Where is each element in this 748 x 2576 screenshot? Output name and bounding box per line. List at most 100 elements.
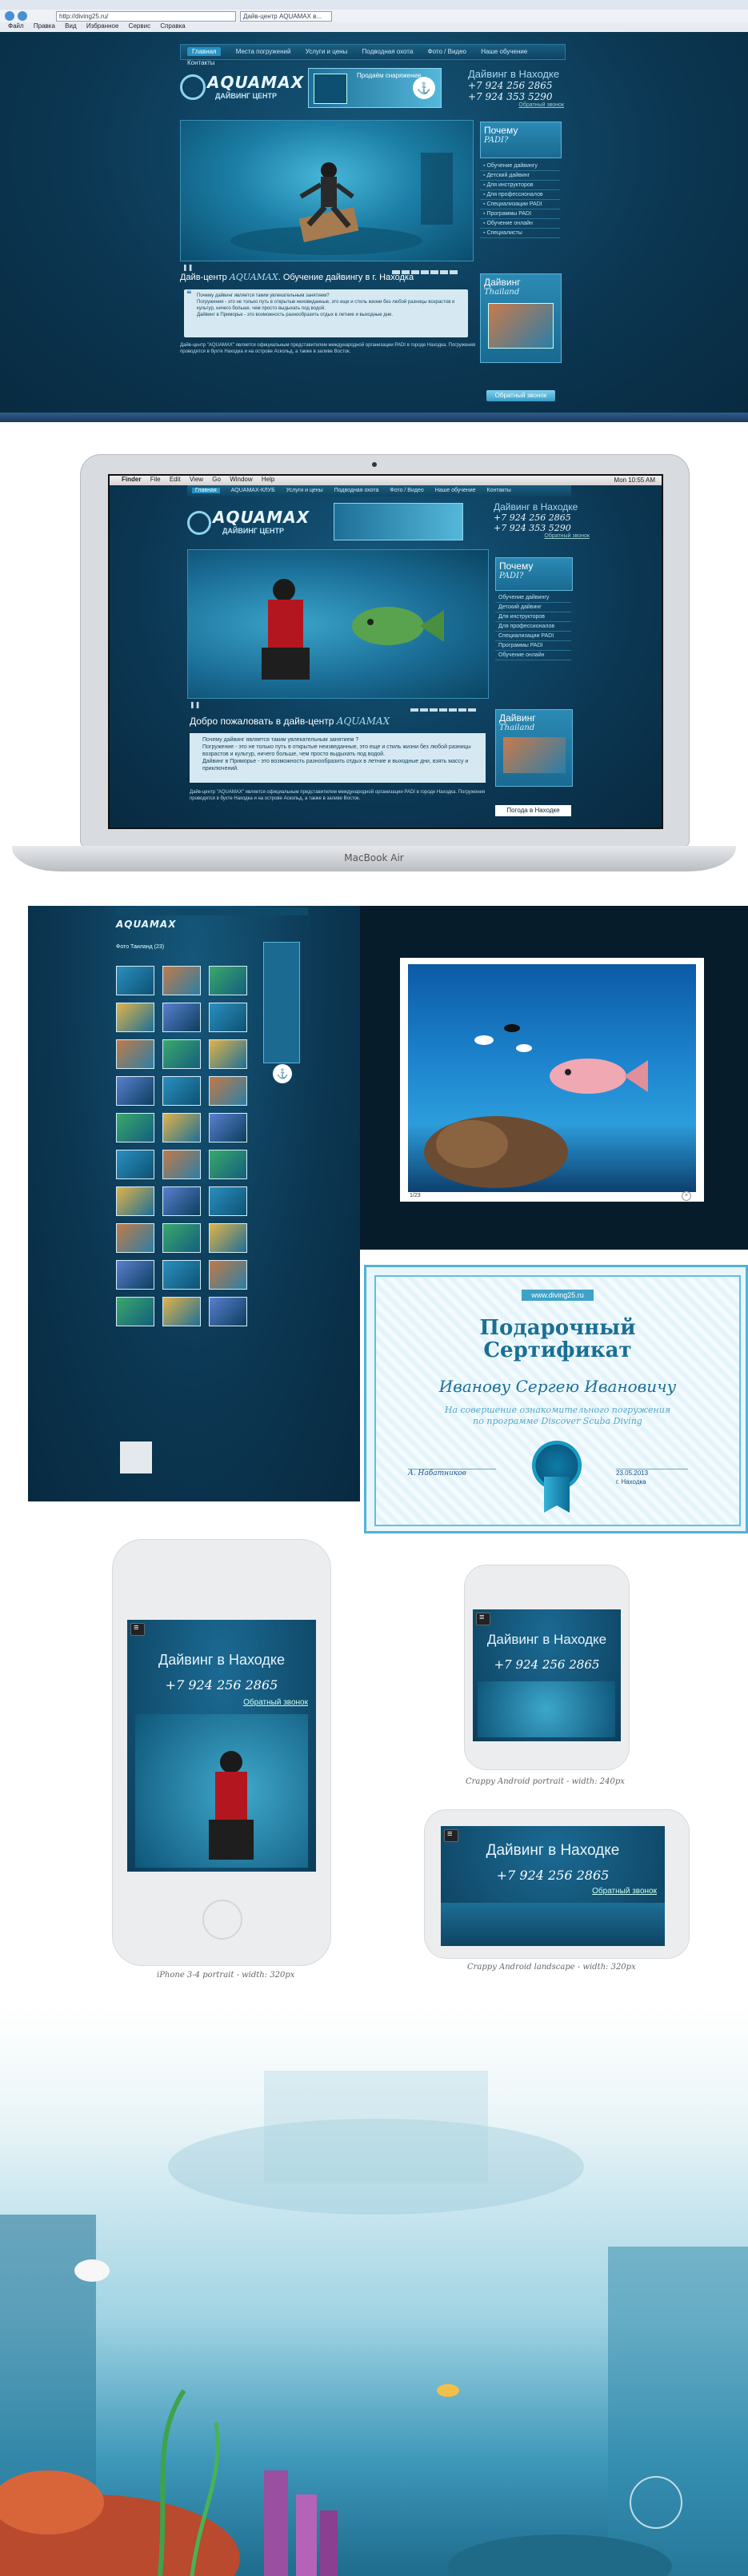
site-logo[interactable]: AQUAMAX ДАЙВИНГ ЦЕНТР [180, 68, 303, 108]
menu-file[interactable]: File [150, 476, 161, 483]
menu-edit[interactable]: Правка [34, 22, 55, 30]
callback-link[interactable]: Обратный звонок [494, 533, 590, 539]
gallery-thumbnail[interactable] [116, 1297, 154, 1326]
callback-button[interactable]: Обратный звонок [486, 390, 555, 401]
diving-thailand-box[interactable]: Дайвинг Thailand [495, 709, 573, 787]
sidebar-link[interactable]: Обучение онлайн [495, 651, 571, 660]
menu-help[interactable]: Help [262, 476, 274, 483]
menu-icon[interactable] [476, 1613, 490, 1625]
gallery-thumbnail[interactable] [162, 1297, 201, 1326]
gallery-thumbnail[interactable] [162, 1003, 201, 1032]
gallery-thumbnail[interactable] [209, 966, 247, 995]
nav-contacts[interactable]: Контакты [487, 488, 511, 493]
sidebar-link[interactable]: Для инструкторов [480, 181, 560, 190]
phone-number-1[interactable]: +7 924 256 2865 [468, 80, 564, 91]
slider-pause-icon[interactable]: ❚❚ [190, 701, 200, 708]
url-input[interactable]: http://diving25.ru/ [56, 11, 236, 22]
nav-services[interactable]: Услуги и цены [286, 488, 323, 493]
gallery-thumbnail[interactable] [209, 1150, 247, 1179]
gallery-thumbnail[interactable] [162, 1076, 201, 1106]
phone-number-2[interactable]: +7 924 353 5290 [494, 523, 590, 533]
nav-club[interactable]: AQUAMAX-КЛУБ [231, 488, 275, 493]
menu-go[interactable]: Go [212, 476, 221, 483]
mobile-phone-number[interactable]: +7 924 256 2865 [127, 1677, 316, 1693]
weather-widget[interactable]: Погода в Находке [495, 805, 571, 816]
gallery-thumbnail[interactable] [116, 1260, 154, 1290]
gallery-thumbnail[interactable] [162, 1186, 201, 1216]
gallery-thumbnail[interactable] [209, 1113, 247, 1142]
phone-number-2[interactable]: +7 924 353 5290 [468, 91, 564, 102]
gallery-thumbnail[interactable] [116, 966, 154, 995]
menu-favorites[interactable]: Избранное [86, 22, 119, 30]
nav-home[interactable]: Главная [187, 47, 222, 56]
gallery-thumbnail[interactable] [209, 1186, 247, 1216]
nav-photo-video[interactable]: Фото / Видео [390, 488, 423, 493]
sidebar-link[interactable]: Детский дайвинг [480, 171, 560, 181]
lightbox-photo[interactable] [408, 964, 696, 1192]
gallery-thumbnail[interactable] [116, 1223, 154, 1253]
nav-training[interactable]: Наше обучение [481, 48, 527, 55]
why-padi-box[interactable]: Почему PADI? [495, 557, 573, 591]
gallery-thumbnail[interactable] [116, 1039, 154, 1069]
menu-window[interactable]: Window [230, 476, 252, 483]
home-button[interactable] [202, 1900, 242, 1940]
sidebar-link[interactable]: Специалисты [480, 229, 560, 238]
menu-tools[interactable]: Сервис [129, 22, 150, 30]
gallery-thumbnail[interactable] [162, 1223, 201, 1253]
sidebar-link[interactable]: Программы PADI [480, 209, 560, 219]
menu-edit[interactable]: Edit [170, 476, 181, 483]
slider-pause-icon[interactable]: ❚❚ [182, 264, 193, 271]
sidebar-link[interactable]: Для профессионалов [480, 190, 560, 200]
promo-banner[interactable] [334, 503, 463, 540]
site-logo[interactable]: AQUAMAX [116, 917, 180, 935]
sidebar-link[interactable]: Для инструкторов [495, 612, 571, 622]
sidebar-link[interactable]: Для профессионалов [495, 622, 571, 632]
back-icon[interactable] [5, 11, 14, 21]
gallery-thumbnail[interactable] [162, 1260, 201, 1290]
phone-number-1[interactable]: +7 924 256 2865 [494, 512, 590, 523]
gallery-thumbnail[interactable] [116, 1186, 154, 1216]
nav-services[interactable]: Услуги и цены [306, 48, 348, 55]
menu-view[interactable]: View [190, 476, 203, 483]
mobile-callback-link[interactable]: Обратный звонок [592, 1887, 657, 1896]
sidebar-link[interactable]: Специализации PADI [495, 632, 571, 641]
sidebar-link[interactable]: Специализации PADI [480, 200, 560, 209]
menu-help[interactable]: Справка [160, 22, 185, 30]
gallery-thumbnail[interactable] [116, 1003, 154, 1032]
sidebar-link[interactable]: Программы PADI [495, 641, 571, 651]
site-logo[interactable]: AQUAMAX ДАЙВИНГ ЦЕНТР [187, 503, 323, 543]
gallery-thumbnail[interactable] [162, 1113, 201, 1142]
gallery-thumbnail[interactable] [209, 1260, 247, 1290]
mobile-phone-number[interactable]: +7 924 256 2865 [441, 1868, 665, 1883]
gallery-thumbnail[interactable] [162, 1150, 201, 1179]
menu-finder[interactable]: Finder [122, 476, 141, 483]
callback-link[interactable]: Обратный звонок [468, 102, 564, 108]
menu-icon[interactable] [444, 1829, 458, 1842]
sidebar-link[interactable]: Детский дайвинг [495, 603, 571, 612]
promo-banner[interactable]: Продаём снаряжение ⚓ [308, 68, 442, 108]
menu-icon[interactable] [130, 1623, 145, 1636]
forward-icon[interactable] [18, 11, 27, 21]
nav-photo-video[interactable]: Фото / Видео [428, 48, 466, 55]
gallery-thumbnail[interactable] [116, 1150, 154, 1179]
close-icon[interactable]: × [682, 1191, 691, 1201]
gallery-thumbnail[interactable] [162, 966, 201, 995]
mobile-phone-number[interactable]: +7 924 256 2865 [473, 1657, 621, 1672]
nav-dive-sites[interactable]: Места погружений [236, 48, 291, 55]
gallery-thumbnail[interactable] [209, 1076, 247, 1106]
sidebar-link[interactable]: Обучение дайвингу [480, 161, 560, 171]
gallery-thumbnail[interactable] [209, 1297, 247, 1326]
nav-home[interactable]: Главная [192, 488, 220, 493]
gallery-thumbnail[interactable] [116, 1076, 154, 1106]
sidebar-link[interactable]: Обучение дайвингу [495, 593, 571, 603]
gallery-thumbnail[interactable] [116, 1113, 154, 1142]
gallery-thumbnail[interactable] [162, 1039, 201, 1069]
sidebar-link[interactable]: Обучение онлайн [480, 219, 560, 229]
menu-view[interactable]: Вид [65, 22, 76, 30]
mobile-callback-link[interactable]: Обратный звонок [243, 1698, 308, 1707]
nav-contacts[interactable]: Контакты [187, 59, 215, 66]
nav-spearfishing[interactable]: Подводная охота [362, 48, 414, 55]
hero-slider[interactable] [187, 549, 489, 699]
diving-thailand-box[interactable]: Дайвинг Thailand [480, 273, 562, 363]
menu-file[interactable]: Файл [8, 22, 24, 30]
